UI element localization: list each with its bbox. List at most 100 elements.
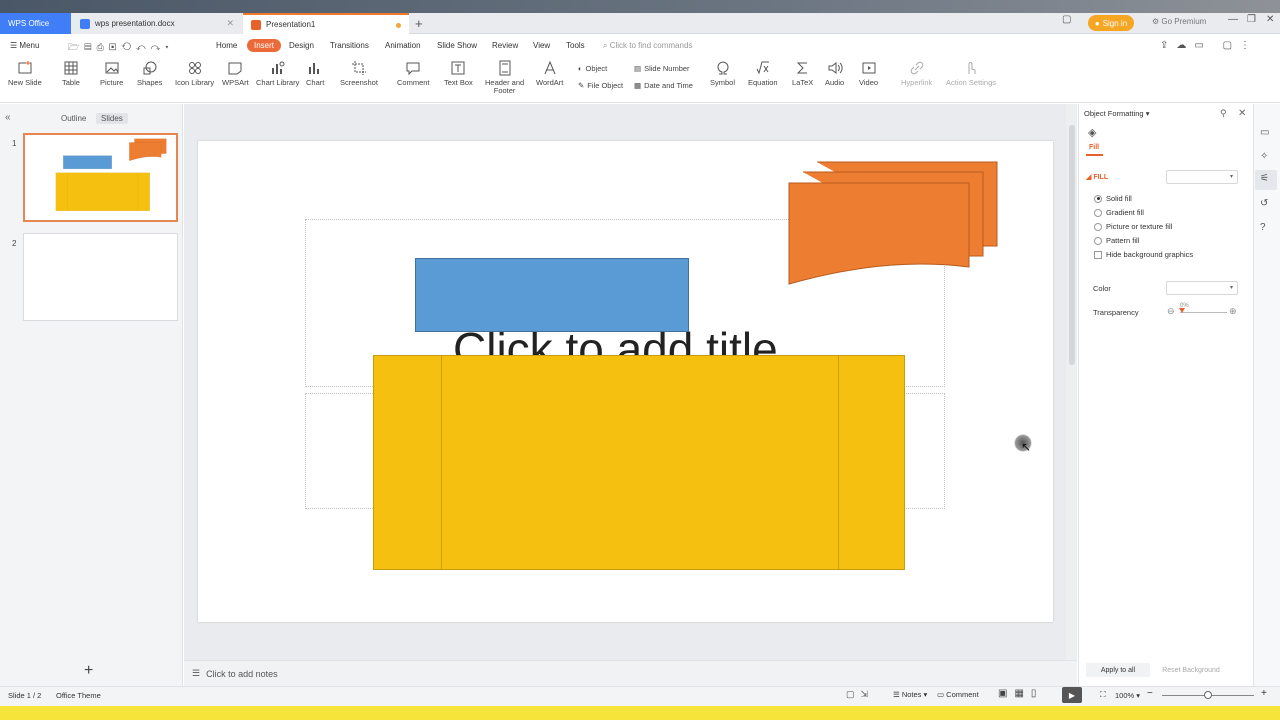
tab-count-icon[interactable]: ▢: [1062, 14, 1071, 25]
shapes-icon: [143, 61, 157, 75]
notes-pane[interactable]: ☰ Click to add notes: [184, 660, 1077, 686]
properties-icon[interactable]: ⚟: [1260, 173, 1269, 184]
option-solid-fill[interactable]: Solid fill: [1094, 194, 1132, 203]
notes-toggle[interactable]: ☰ Notes ▾: [893, 690, 927, 699]
transparency-slider[interactable]: [1180, 312, 1227, 313]
fill-type-dropdown[interactable]: ▾: [1166, 170, 1238, 184]
text-box-button[interactable]: Text Box: [444, 60, 473, 87]
shapes-button[interactable]: Shapes: [137, 60, 162, 87]
fill-bucket-icon[interactable]: ◈: [1088, 126, 1096, 139]
radio-selected[interactable]: [1094, 194, 1102, 203]
header-footer-button[interactable]: Header and Footer: [485, 60, 524, 95]
zoom-level[interactable]: 100% ▾: [1115, 691, 1140, 700]
menu-design[interactable]: Design: [289, 41, 314, 50]
view-mode-icons[interactable]: ▣▦▯: [998, 688, 1043, 699]
panel-title[interactable]: Object Formatting ▾: [1084, 109, 1149, 118]
minimize-icon[interactable]: —: [1228, 14, 1238, 25]
option-gradient-fill[interactable]: Gradient fill: [1094, 208, 1144, 217]
equation-button[interactable]: Equation: [748, 60, 778, 87]
history-icon[interactable]: ↺: [1260, 198, 1268, 209]
share-icons[interactable]: ⇪☁▭ ▢⋮: [1160, 40, 1258, 51]
fit-window-icon[interactable]: ⛶: [1100, 690, 1106, 700]
object-button[interactable]: ◐ Object: [578, 64, 607, 73]
color-dropdown[interactable]: ▾: [1166, 281, 1238, 295]
sign-in-button[interactable]: ● Sign in: [1088, 15, 1134, 31]
menu-transitions[interactable]: Transitions: [330, 41, 369, 50]
yellow-flowchart-shape[interactable]: [373, 355, 905, 570]
tab-outline[interactable]: Outline: [56, 113, 91, 124]
status-tools-icons[interactable]: ▢⇲: [846, 689, 874, 700]
blue-rectangle-shape[interactable]: [415, 258, 689, 332]
theme-name[interactable]: Office Theme: [56, 691, 101, 700]
radio[interactable]: [1094, 222, 1102, 231]
close-tab-icon[interactable]: ✕: [226, 18, 234, 29]
latex-button[interactable]: LaTeX: [792, 60, 813, 87]
menu-review[interactable]: Review: [492, 41, 518, 50]
audio-button[interactable]: Audio: [825, 60, 844, 87]
comment-button[interactable]: Comment: [397, 60, 430, 87]
reset-background-button[interactable]: Reset Background: [1154, 663, 1228, 677]
menu-view[interactable]: View: [533, 41, 550, 50]
quick-access-toolbar[interactable]: 🗁▤⎙▣⟲↶↷▾: [68, 40, 174, 56]
menu-tools[interactable]: Tools: [566, 41, 585, 50]
animation-icon[interactable]: ✧: [1260, 151, 1268, 162]
fill-section-header[interactable]: ◢ FILL: [1086, 173, 1108, 181]
chart-button[interactable]: Chart: [306, 60, 324, 87]
screenshot-button[interactable]: Screenshot: [340, 60, 378, 87]
wpsart-button[interactable]: WPSArt: [222, 60, 249, 87]
tab-fill[interactable]: Fill: [1089, 144, 1099, 151]
close-panel-icon[interactable]: ✕: [1238, 108, 1246, 119]
icon-library-button[interactable]: Icon Library: [175, 60, 214, 87]
zoom-in-icon[interactable]: +: [1261, 688, 1267, 699]
table-button[interactable]: Table: [62, 60, 80, 87]
radio[interactable]: [1094, 208, 1102, 217]
menu-home[interactable]: Home: [216, 41, 237, 50]
new-slide-button[interactable]: New Slide: [8, 60, 42, 87]
go-premium-link[interactable]: ⚙ Go Premium: [1152, 17, 1206, 26]
action-settings-button[interactable]: Action Settings: [946, 60, 996, 87]
notes-placeholder: Click to add notes: [206, 668, 278, 679]
orange-multidocument-shape[interactable]: [786, 160, 1001, 288]
symbol-button[interactable]: Symbol: [710, 60, 735, 87]
menu-button[interactable]: ☰ Menu: [10, 41, 39, 50]
menu-animation[interactable]: Animation: [385, 41, 421, 50]
tab-wps-office[interactable]: WPS Office: [0, 13, 71, 34]
comment-toggle[interactable]: ▭ Comment: [937, 690, 979, 699]
wordart-button[interactable]: WordArt: [536, 60, 563, 87]
apply-to-all-button[interactable]: Apply to all: [1086, 663, 1150, 677]
increase-icon[interactable]: ⊕: [1229, 306, 1237, 317]
video-button[interactable]: Video: [859, 60, 878, 87]
slide-number-button[interactable]: ▤ Slide Number: [634, 64, 690, 73]
menu-slide-show[interactable]: Slide Show: [437, 41, 477, 50]
play-slideshow-icon[interactable]: ▶: [1062, 687, 1082, 703]
date-time-button[interactable]: ▦ Date and Time: [634, 81, 693, 90]
tab-presentation[interactable]: Presentation1: [243, 13, 409, 34]
scrollbar-thumb[interactable]: [1069, 125, 1075, 365]
restore-icon[interactable]: ❐: [1247, 14, 1256, 25]
slide-thumbnail-2[interactable]: [23, 233, 178, 321]
add-slide-icon[interactable]: +: [84, 662, 93, 680]
radio[interactable]: [1094, 236, 1102, 245]
picture-button[interactable]: Picture: [100, 60, 123, 87]
close-window-icon[interactable]: ✕: [1266, 14, 1274, 25]
chart-library-button[interactable]: Chart Library: [256, 60, 299, 87]
slide-design-icon[interactable]: ▭: [1260, 127, 1269, 138]
collapse-panel-icon[interactable]: «: [5, 112, 11, 123]
decrease-icon[interactable]: ⊖: [1167, 306, 1175, 317]
pin-icon[interactable]: ⚲: [1220, 108, 1227, 119]
hide-background-checkbox[interactable]: Hide background graphics: [1094, 250, 1193, 259]
file-object-button[interactable]: ✎ File Object: [578, 81, 623, 90]
slide-thumbnail-1[interactable]: [23, 133, 178, 222]
tab-slides[interactable]: Slides: [96, 113, 128, 124]
option-pattern-fill[interactable]: Pattern fill: [1094, 236, 1139, 245]
hyperlink-button[interactable]: Hyperlink: [901, 60, 932, 87]
checkbox[interactable]: [1094, 250, 1102, 259]
new-tab-icon[interactable]: +: [415, 16, 423, 31]
help-icon[interactable]: ?: [1260, 222, 1266, 233]
tab-document[interactable]: wps presentation.docx ✕: [72, 13, 242, 34]
menu-insert[interactable]: Insert: [247, 39, 282, 52]
option-picture-fill[interactable]: Picture or texture fill: [1094, 222, 1172, 231]
zoom-out-icon[interactable]: −: [1147, 688, 1153, 699]
zoom-slider-handle[interactable]: [1204, 691, 1212, 699]
command-search[interactable]: ⌕ Click to find commands: [603, 41, 692, 51]
